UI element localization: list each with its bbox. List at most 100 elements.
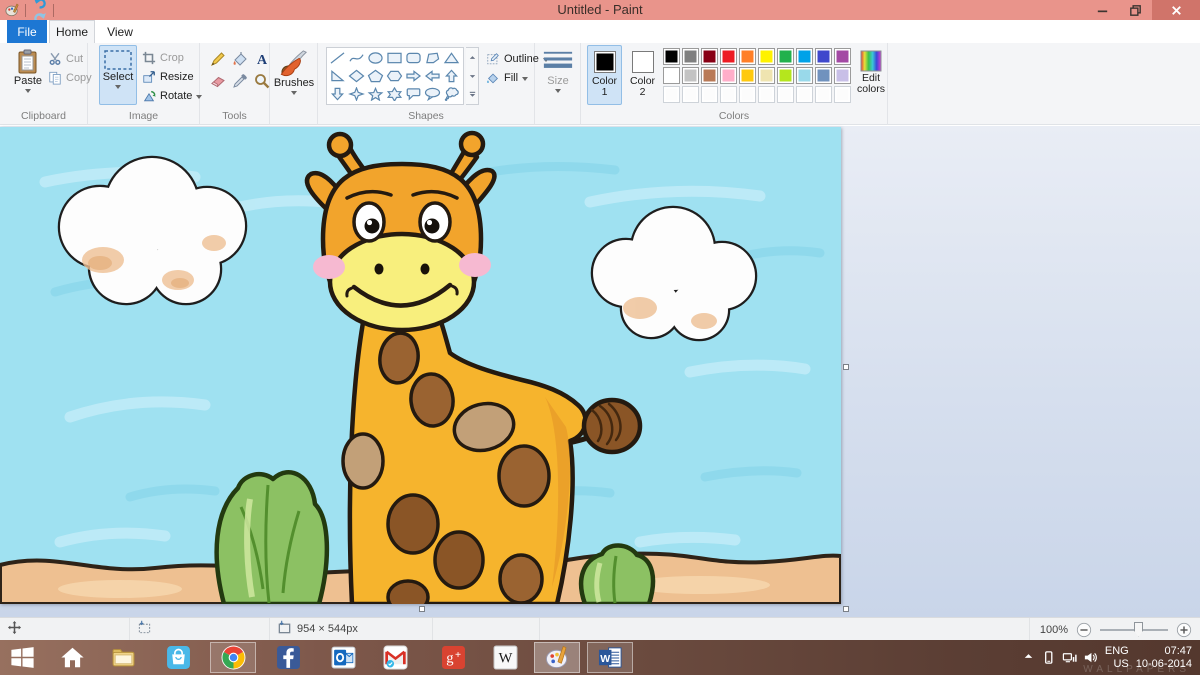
chrome-taskbar-button[interactable] bbox=[210, 642, 256, 673]
zoom-slider[interactable] bbox=[1100, 621, 1168, 637]
minimize-button[interactable] bbox=[1086, 0, 1119, 20]
up-arrow-shape[interactable] bbox=[442, 67, 461, 85]
palette-color-b5e61d[interactable] bbox=[777, 67, 794, 84]
palette-empty-slot[interactable] bbox=[815, 86, 832, 103]
rounded-callout-shape[interactable] bbox=[404, 85, 423, 103]
polygon-shape[interactable] bbox=[423, 49, 442, 67]
google-plus-taskbar-button[interactable]: g + bbox=[430, 642, 476, 673]
gmail-taskbar-button[interactable] bbox=[372, 642, 418, 673]
text-tool[interactable]: A bbox=[252, 49, 271, 68]
palette-empty-slot[interactable] bbox=[777, 86, 794, 103]
palette-color-a349a4[interactable] bbox=[834, 48, 851, 65]
copy-button[interactable]: Copy bbox=[48, 69, 92, 86]
pentagon-shape[interactable] bbox=[366, 67, 385, 85]
wikipedia-taskbar-button[interactable]: W bbox=[482, 642, 528, 673]
brushes-button[interactable]: Brushes bbox=[274, 45, 314, 105]
tab-file[interactable]: File bbox=[7, 20, 47, 43]
palette-color-000000[interactable] bbox=[663, 48, 680, 65]
palette-empty-slot[interactable] bbox=[796, 86, 813, 103]
store-taskbar-button[interactable] bbox=[155, 642, 201, 673]
file-explorer-taskbar-button[interactable] bbox=[100, 642, 146, 673]
crop-button[interactable]: Crop bbox=[142, 49, 184, 66]
hexagon-shape[interactable] bbox=[385, 67, 404, 85]
palette-color-ff7f27[interactable] bbox=[739, 48, 756, 65]
clock[interactable]: 07:47 10-06-2014 bbox=[1136, 645, 1192, 671]
ellipse-shape[interactable] bbox=[366, 49, 385, 67]
color2-button[interactable]: Color 2 bbox=[625, 45, 660, 105]
volume-tray-icon[interactable] bbox=[1083, 650, 1098, 665]
color-picker-tool[interactable] bbox=[230, 71, 249, 90]
magnifier-tool[interactable] bbox=[252, 71, 271, 90]
palette-color-ed1c24[interactable] bbox=[720, 48, 737, 65]
outlook-taskbar-button[interactable] bbox=[320, 642, 366, 673]
home-taskbar-button[interactable] bbox=[49, 642, 95, 673]
select-button[interactable]: Select bbox=[99, 45, 137, 105]
palette-color-c3c3c3[interactable] bbox=[682, 67, 699, 84]
language-indicator[interactable]: ENG US bbox=[1105, 645, 1129, 671]
pencil-tool[interactable] bbox=[208, 49, 227, 68]
palette-empty-slot[interactable] bbox=[834, 86, 851, 103]
shape-fill-button[interactable]: Fill bbox=[486, 69, 529, 86]
palette-color-ffc90e[interactable] bbox=[739, 67, 756, 84]
right-arrow-shape[interactable] bbox=[404, 67, 423, 85]
palette-color-fff200[interactable] bbox=[758, 48, 775, 65]
triangle-shape[interactable] bbox=[442, 49, 461, 67]
palette-empty-slot[interactable] bbox=[739, 86, 756, 103]
canvas-resize-handle-right[interactable] bbox=[843, 364, 849, 370]
edit-colors-button[interactable]: Edit colors bbox=[855, 45, 887, 105]
paint-taskbar-taskbar-button[interactable] bbox=[534, 642, 580, 673]
down-arrow-shape[interactable] bbox=[328, 85, 347, 103]
rounded-rectangle-shape[interactable] bbox=[404, 49, 423, 67]
curve-shape[interactable] bbox=[347, 49, 366, 67]
zoom-in-button[interactable] bbox=[1176, 622, 1192, 638]
palette-color-efe4b0[interactable] bbox=[758, 67, 775, 84]
size-button[interactable]: Size bbox=[539, 45, 577, 105]
rectangle-shape[interactable] bbox=[385, 49, 404, 67]
six-point-star-shape[interactable] bbox=[385, 85, 404, 103]
palette-color-ffffff[interactable] bbox=[663, 67, 680, 84]
tray-expand-button[interactable] bbox=[1021, 648, 1034, 668]
start-taskbar-button[interactable] bbox=[0, 642, 45, 673]
palette-empty-slot[interactable] bbox=[663, 86, 680, 103]
paint-canvas[interactable] bbox=[0, 127, 841, 604]
rotate-button[interactable]: Rotate bbox=[142, 87, 203, 104]
palette-color-ffaec9[interactable] bbox=[720, 67, 737, 84]
palette-color-22b14c[interactable] bbox=[777, 48, 794, 65]
canvas-resize-handle-bottom[interactable] bbox=[419, 606, 425, 612]
undo-button[interactable] bbox=[32, 0, 47, 10]
scroll-down-button[interactable] bbox=[466, 67, 478, 86]
tab-view[interactable]: View bbox=[97, 20, 143, 43]
palette-color-880015[interactable] bbox=[701, 48, 718, 65]
close-button[interactable] bbox=[1152, 0, 1200, 20]
diamond-shape[interactable] bbox=[347, 67, 366, 85]
palette-color-7f7f7f[interactable] bbox=[682, 48, 699, 65]
network-tray-icon[interactable] bbox=[1062, 650, 1077, 665]
four-point-star-shape[interactable] bbox=[347, 85, 366, 103]
canvas-resize-handle-corner[interactable] bbox=[843, 606, 849, 612]
palette-empty-slot[interactable] bbox=[758, 86, 775, 103]
scroll-up-button[interactable] bbox=[466, 48, 478, 67]
palette-color-3f48cc[interactable] bbox=[815, 48, 832, 65]
zoom-out-button[interactable] bbox=[1076, 622, 1092, 638]
palette-color-99d9ea[interactable] bbox=[796, 67, 813, 84]
restore-button[interactable] bbox=[1119, 0, 1152, 20]
word-taskbar-button[interactable]: W bbox=[587, 642, 633, 673]
palette-empty-slot[interactable] bbox=[682, 86, 699, 103]
phone-tray-icon[interactable] bbox=[1041, 650, 1056, 665]
zoom-slider-handle[interactable] bbox=[1134, 621, 1143, 637]
palette-color-c8bfe7[interactable] bbox=[834, 67, 851, 84]
palette-color-b97a57[interactable] bbox=[701, 67, 718, 84]
palette-empty-slot[interactable] bbox=[720, 86, 737, 103]
fill-bucket-tool[interactable] bbox=[230, 49, 249, 68]
color1-button[interactable]: Color 1 bbox=[587, 45, 622, 105]
cloud-callout-shape[interactable] bbox=[442, 85, 461, 103]
paste-button[interactable]: Paste bbox=[9, 45, 47, 105]
right-triangle-shape[interactable] bbox=[328, 67, 347, 85]
oval-callout-shape[interactable] bbox=[423, 85, 442, 103]
tab-home[interactable]: Home bbox=[49, 20, 95, 43]
palette-empty-slot[interactable] bbox=[701, 86, 718, 103]
cut-button[interactable]: Cut bbox=[48, 50, 83, 67]
left-arrow-shape[interactable] bbox=[423, 67, 442, 85]
palette-color-00a2e8[interactable] bbox=[796, 48, 813, 65]
line-shape[interactable] bbox=[328, 49, 347, 67]
